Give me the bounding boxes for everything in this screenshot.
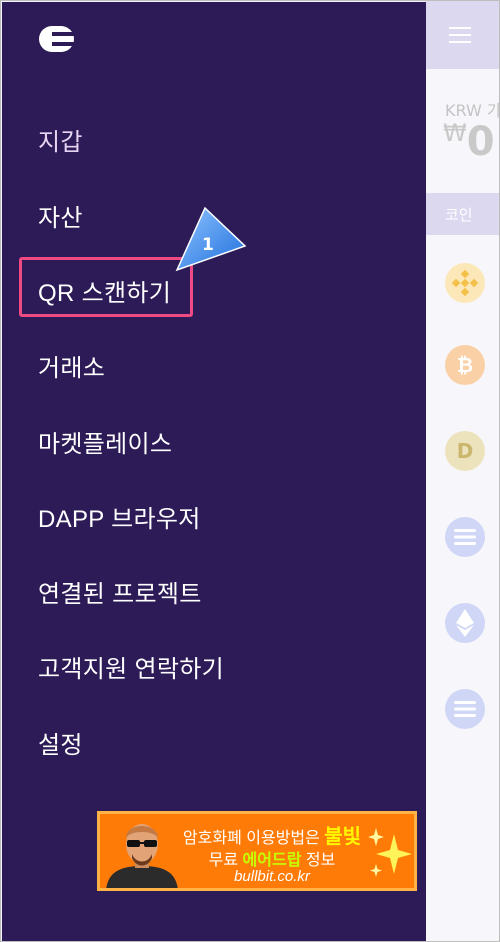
menu-item-connected-projects[interactable]: 연결된 프로젝트	[38, 574, 202, 609]
step-pointer-arrow-icon: 1	[175, 206, 247, 272]
screen-frame: KRW 가 ₩0 코인 ₿ D 지갑 자산 QR 스캔하기 거래소 마켓플레이스	[0, 0, 500, 942]
balance-value: ₩0	[443, 119, 495, 165]
menu-item-contact-support[interactable]: 고객지원 연락하기	[38, 649, 224, 684]
background-wallet-app: KRW 가 ₩0 코인 ₿ D	[425, 1, 500, 941]
ad-subline-suffix: 정보	[301, 852, 336, 869]
ad-url: bullbit.co.kr	[234, 868, 310, 885]
ad-subline-prefix: 무료	[208, 852, 243, 869]
bitcoin-glyph: ₿	[456, 352, 474, 377]
dogecoin-glyph: D	[456, 439, 474, 463]
enjin-icon[interactable]	[445, 689, 485, 729]
menu-item-marketplace[interactable]: 마켓플레이스	[38, 424, 172, 459]
currency-symbol: ₩	[443, 119, 467, 147]
ad-headline: 암호화폐 이용방법은 불빛	[174, 820, 370, 849]
ad-airdrop-highlight: 에어드랍	[242, 852, 302, 869]
hamburger-menu-icon[interactable]	[449, 27, 471, 43]
qr-scan-highlight-box	[19, 257, 193, 317]
app-logo-icon	[39, 26, 76, 52]
menu-item-exchange[interactable]: 거래소	[38, 348, 105, 383]
menu-item-settings[interactable]: 설정	[38, 725, 83, 760]
menu-item-assets[interactable]: 자산	[38, 198, 83, 233]
ad-character-avatar	[106, 824, 178, 888]
navigation-drawer: 지갑 자산 QR 스캔하기 거래소 마켓플레이스 DAPP 브라우저 연결된 프…	[2, 2, 426, 941]
enjin-icon[interactable]	[445, 517, 485, 557]
menu-item-wallet[interactable]: 지갑	[38, 122, 83, 157]
step-number: 1	[202, 235, 214, 255]
app-top-bar	[425, 1, 499, 69]
bitcoin-icon[interactable]: ₿	[445, 345, 485, 385]
binance-icon[interactable]	[445, 263, 485, 303]
balance-label: KRW 가	[445, 101, 500, 120]
sparkle-icon	[368, 828, 412, 877]
balance-amount: 0	[466, 119, 495, 165]
ad-headline-text: 암호화폐 이용방법은	[182, 830, 325, 847]
dogecoin-icon[interactable]: D	[445, 431, 485, 471]
coin-header-label: 코인	[445, 206, 473, 224]
ad-subline: 무료 에어드랍 정보	[174, 846, 370, 870]
ad-brand-highlight: 불빛	[324, 826, 362, 848]
ethereum-icon[interactable]	[445, 603, 485, 643]
ad-banner[interactable]: 암호화폐 이용방법은 불빛 무료 에어드랍 정보 bullbit.co.kr	[97, 811, 417, 891]
coin-section-header: 코인	[425, 193, 499, 235]
menu-item-dapp-browser[interactable]: DAPP 브라우저	[38, 499, 201, 534]
